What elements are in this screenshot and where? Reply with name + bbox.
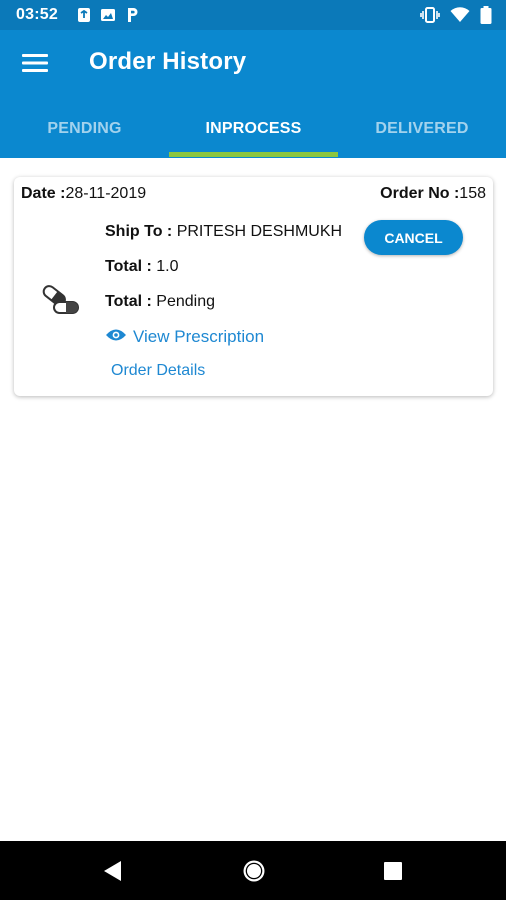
ship-to-value: PRITESH DESHMUKH xyxy=(176,223,343,240)
tab-delivered[interactable]: DELIVERED xyxy=(338,100,506,158)
image-icon xyxy=(100,7,116,23)
sim-toolkit-icon xyxy=(76,7,92,23)
order-no-label: Order No : xyxy=(380,185,460,202)
back-triangle-icon[interactable] xyxy=(100,858,126,884)
order-no-value: 158 xyxy=(459,185,486,202)
wifi-icon xyxy=(450,7,470,23)
page-title: Order History xyxy=(89,48,247,75)
recent-apps-square-icon[interactable] xyxy=(381,859,405,883)
status-left-icons xyxy=(76,6,140,24)
order-number: Order No :158 xyxy=(380,185,486,203)
status-label: Total : xyxy=(105,293,152,310)
view-prescription-label: View Prescription xyxy=(133,327,265,346)
status-time: 03:52 xyxy=(16,6,58,23)
total-value: 1.0 xyxy=(156,258,179,275)
hamburger-menu-icon xyxy=(22,53,48,78)
vibrate-icon xyxy=(420,7,440,23)
ship-to-row: Ship To : PRITESH DESHMUKH xyxy=(105,223,342,241)
tab-pending[interactable]: PENDING xyxy=(0,100,169,158)
system-nav-bar xyxy=(0,841,506,900)
eye-icon xyxy=(105,327,127,347)
status-bar: 03:52 xyxy=(0,0,506,30)
status-right-icons xyxy=(420,6,492,24)
status-row: Total : Pending xyxy=(105,293,215,311)
tab-bar: PENDING INPROCESS DELIVERED xyxy=(0,100,506,158)
home-circle-icon[interactable] xyxy=(241,858,267,884)
order-details-link[interactable]: Order Details xyxy=(111,362,205,380)
tab-inprocess[interactable]: INPROCESS xyxy=(169,100,338,158)
total-row: Total : 1.0 xyxy=(105,258,179,276)
ship-to-label: Ship To : xyxy=(105,223,173,240)
parking-p-icon xyxy=(124,7,140,23)
cancel-button[interactable]: CANCEL xyxy=(364,220,463,255)
active-tab-indicator xyxy=(169,152,338,157)
battery-icon xyxy=(480,6,492,24)
date-label: Date : xyxy=(21,185,66,202)
app-screen: 03:52 Order History PENDING INPROCESS DE… xyxy=(0,0,506,900)
app-bar: Order History xyxy=(0,30,506,100)
status-value: Pending xyxy=(156,293,215,310)
order-date: Date :28-11-2019 xyxy=(21,185,146,203)
medicine-capsule-icon xyxy=(40,282,82,318)
order-card[interactable]: Date :28-11-2019 Order No :158 Ship To :… xyxy=(14,177,493,396)
menu-button[interactable] xyxy=(14,47,56,83)
total-label: Total : xyxy=(105,258,152,275)
date-value: 28-11-2019 xyxy=(65,185,147,202)
view-prescription-link[interactable]: View Prescription xyxy=(105,327,264,347)
